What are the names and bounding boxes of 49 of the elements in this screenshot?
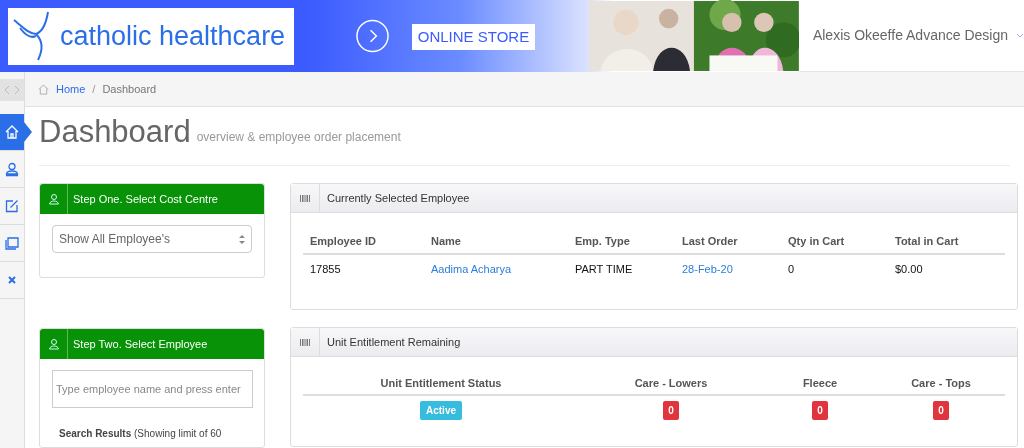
chevron-right-icon[interactable] xyxy=(355,19,389,53)
count-badge: 0 xyxy=(812,401,828,420)
column-header: Total in Cart xyxy=(888,229,1005,254)
table-cell: 0 xyxy=(781,254,888,283)
breadcrumb-separator: / xyxy=(92,82,96,97)
home-icon xyxy=(4,124,20,140)
user-icon xyxy=(4,161,20,177)
status-badge: Active xyxy=(420,401,462,420)
table-cell: PART TIME xyxy=(568,254,675,283)
cards-icon xyxy=(4,235,20,251)
column-header: Name xyxy=(424,229,568,254)
column-header: Last Order xyxy=(675,229,781,254)
column-header: Care - Tops xyxy=(877,373,1005,395)
page-title: Dashboard xyxy=(39,116,191,147)
online-store-button[interactable]: ONLINE STORE xyxy=(412,24,535,50)
logo-text: catholic healthcare xyxy=(60,20,286,54)
count-badge: 0 xyxy=(933,401,949,420)
column-header: Employee ID xyxy=(303,229,424,254)
breadcrumb-link[interactable]: Home xyxy=(56,81,86,98)
users-icon xyxy=(47,338,60,350)
table-cell: 17855 xyxy=(303,254,424,283)
panel-title: Currently Selected Employee xyxy=(326,190,470,206)
column-header: Unit Entitlement Status xyxy=(303,373,579,395)
search-results-note: Search Results (Showing limit of 60 xyxy=(59,427,223,441)
sidebar-item[interactable] xyxy=(0,114,24,151)
panel-title: Step One. Select Cost Centre xyxy=(72,191,218,207)
breadcrumb-current: Dashboard xyxy=(102,82,157,97)
count-badge: 0 xyxy=(663,401,679,420)
column-header: Care - Lowers xyxy=(579,373,763,395)
column-header: Emp. Type xyxy=(568,229,675,254)
barcode-icon xyxy=(300,194,310,202)
page-subtitle: overview & employee order placement xyxy=(196,129,401,146)
sort-arrows-icon xyxy=(239,233,245,245)
table-link[interactable]: Aadima Acharya xyxy=(424,254,568,283)
column-header: Qty in Cart xyxy=(781,229,888,254)
employee-search-field[interactable]: Type employee name and press enter xyxy=(52,370,253,408)
barcode-icon xyxy=(300,338,310,346)
panel-title: Unit Entitlement Remaining xyxy=(326,334,461,350)
edit-icon xyxy=(4,198,20,214)
code-toggle-icon[interactable] xyxy=(0,79,24,101)
panel-title: Step Two. Select Employee xyxy=(72,336,208,352)
table-cell: $0.00 xyxy=(888,254,1005,283)
column-header: Fleece xyxy=(763,373,877,395)
home-icon xyxy=(38,83,49,95)
selection-pointer xyxy=(24,122,32,142)
table-link[interactable]: 28-Feb-20 xyxy=(675,254,781,283)
user-menu[interactable]: Alexis Okeeffe Advance Design xyxy=(812,25,1008,46)
cost-centre-select[interactable]: Show All Employee's xyxy=(52,225,252,253)
users-icon xyxy=(47,193,60,205)
